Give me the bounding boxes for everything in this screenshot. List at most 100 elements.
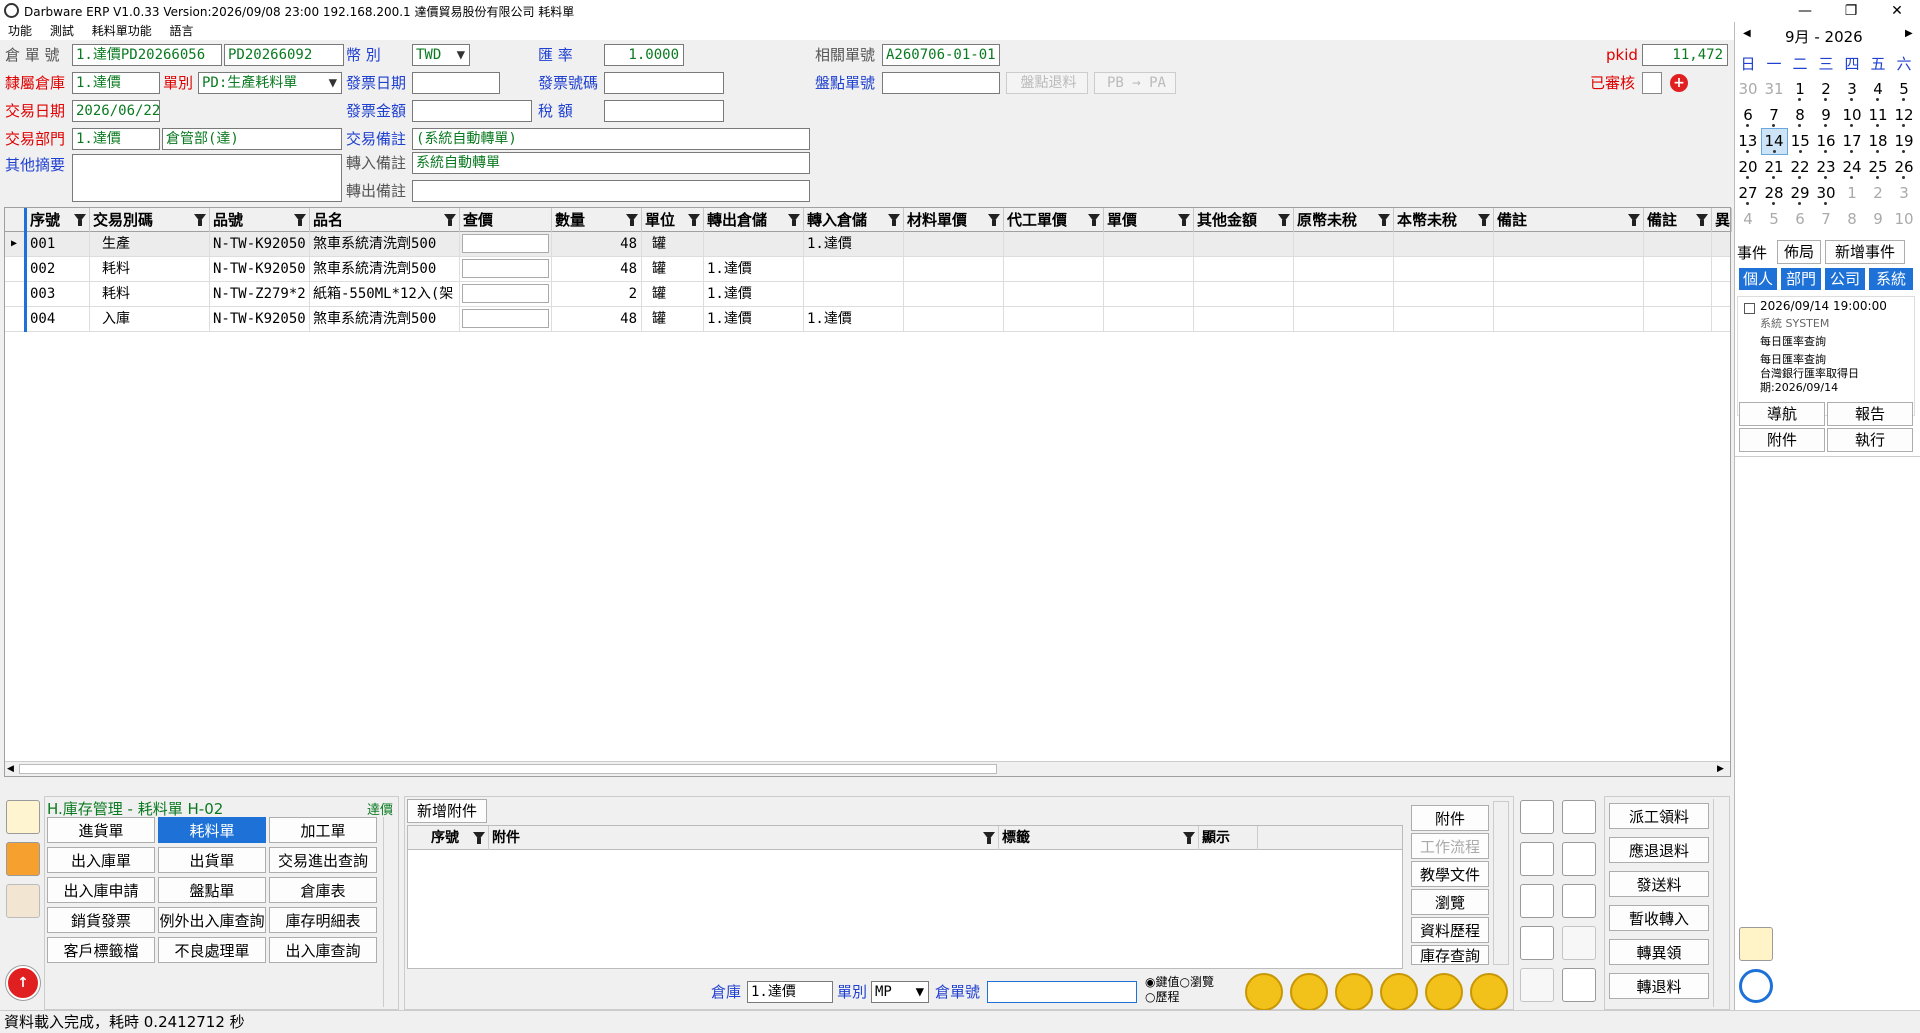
col-note[interactable]: 備註 — [1494, 208, 1644, 232]
attachment-side-scrollbar[interactable] — [1493, 801, 1509, 965]
add-circle-icon[interactable]: + — [1670, 74, 1688, 92]
actions-scrollbar[interactable] — [1713, 799, 1729, 1007]
pen-icon[interactable] — [1520, 968, 1554, 1002]
module-scrollbar[interactable] — [383, 817, 397, 1007]
scroll-thumb[interactable] — [19, 764, 997, 774]
col-diff[interactable]: 異 — [1712, 208, 1732, 232]
return-material-button[interactable]: 應退退料 — [1609, 837, 1709, 863]
note-icon[interactable] — [6, 800, 40, 834]
refresh-icon[interactable] — [1335, 973, 1373, 1011]
currency-select[interactable]: TWD ▼ — [412, 44, 470, 66]
add-document-icon[interactable] — [1520, 800, 1554, 834]
col-price[interactable]: 單價 — [1104, 208, 1194, 232]
invoice-amt-field[interactable] — [412, 100, 532, 122]
prev-month-icon[interactable]: ◀ — [1743, 28, 1751, 39]
radio-browse[interactable]: ○ — [1180, 975, 1190, 989]
minimize-button[interactable]: — — [1782, 0, 1828, 22]
col-in-wh[interactable]: 轉入倉儲 — [804, 208, 904, 232]
h-export-icon[interactable] — [1562, 800, 1596, 834]
dispatch-material-button[interactable]: 派工領料 — [1609, 803, 1709, 829]
report-button[interactable]: 報告 — [1827, 402, 1913, 426]
table-row[interactable]: 004 入庫 N-TW-K92050 煞車系統清洗劑500 48 罐 1.達價 … — [5, 307, 1730, 332]
invoice-no-field[interactable] — [604, 72, 724, 94]
in-out-query-button[interactable]: 出入庫查詢 — [269, 937, 377, 963]
gear-icon[interactable] — [6, 842, 40, 876]
maximize-button[interactable]: ❐ — [1828, 0, 1874, 22]
cell-price-check[interactable] — [460, 232, 552, 257]
approved-checkbox[interactable] — [1642, 72, 1662, 94]
event-tab[interactable]: 事件 — [1737, 242, 1767, 263]
event-attachment-button[interactable]: 附件 — [1739, 428, 1825, 452]
attach-col-file[interactable]: 附件 — [488, 826, 998, 850]
menu-consume-function[interactable]: 耗料單功能 — [92, 22, 152, 40]
process-button[interactable]: 加工單 — [269, 817, 377, 843]
radio-key[interactable]: ◉ — [1145, 975, 1155, 989]
purchase-button[interactable]: 進貨單 — [47, 817, 155, 843]
table-row[interactable]: 003 耗料 N-TW-Z279*2 紙箱-550ML*12入(架 2 罐 1.… — [5, 282, 1730, 307]
stock-no-field[interactable] — [882, 72, 1000, 94]
bottom-type-select[interactable]: MP ▼ — [871, 981, 929, 1003]
col-name[interactable]: 品名 — [310, 208, 460, 232]
col-other-amt[interactable]: 其他金額 — [1194, 208, 1294, 232]
table-row[interactable]: ▶ 001 生產 N-TW-K92050 煞車系統清洗劑500 48 罐 1.達… — [5, 232, 1730, 257]
defect-button[interactable]: 不良處理單 — [158, 937, 266, 963]
send-material-button[interactable]: 發送料 — [1609, 871, 1709, 897]
print-icon[interactable] — [1562, 842, 1596, 876]
stock-detail-button[interactable]: 庫存明細表 — [269, 907, 377, 933]
new-event-button[interactable]: 新增事件 — [1825, 240, 1905, 264]
pb-pa-button[interactable]: PB → PA — [1094, 72, 1176, 94]
col-item[interactable]: 品號 — [210, 208, 310, 232]
next-month-icon[interactable]: ▶ — [1905, 28, 1913, 39]
other-field[interactable] — [72, 154, 342, 202]
col-material-price[interactable]: 材料單價 — [904, 208, 1004, 232]
copy-add-icon[interactable] — [1520, 842, 1554, 876]
folder-icon[interactable] — [6, 884, 40, 918]
bottom-wh-field[interactable]: 1.達價 — [747, 981, 833, 1003]
dept-field[interactable]: 1.達價 — [72, 128, 160, 150]
col-qty[interactable]: 數量 — [552, 208, 642, 232]
bottom-no-field[interactable] — [987, 981, 1137, 1003]
warehouse-no-field[interactable]: 1.達價PD20266056 — [72, 44, 222, 66]
cell-price-check[interactable] — [460, 307, 552, 332]
browse-button[interactable]: 瀏覽 — [1411, 889, 1489, 915]
clock-icon[interactable] — [1739, 969, 1773, 1003]
close-button[interactable]: ✕ — [1874, 0, 1920, 22]
transfer-diff-button[interactable]: 轉異領 — [1609, 939, 1709, 965]
out-note-field[interactable] — [412, 180, 810, 202]
rate-field[interactable]: 1.0000 — [604, 44, 684, 66]
delete-document-icon[interactable] — [1520, 926, 1554, 960]
trade-query-button[interactable]: 交易進出查詢 — [269, 847, 377, 873]
menu-test[interactable]: 測試 — [50, 22, 74, 40]
document-refresh-icon[interactable] — [1562, 968, 1596, 1002]
attachment-grid[interactable]: 序號 附件 標籤 顯示 — [407, 825, 1403, 969]
first-record-icon[interactable] — [1245, 973, 1283, 1011]
in-note-field[interactable]: 系統自動轉單 — [412, 152, 810, 174]
layout-tab[interactable]: 佈局 — [1777, 240, 1821, 264]
up-arrow-icon[interactable]: ↑ — [6, 966, 40, 1000]
stock-query-button[interactable]: 庫存查詢 — [1411, 945, 1489, 965]
customer-label-button[interactable]: 客戶標籤檔 — [47, 937, 155, 963]
workflow-button[interactable]: 工作流程 — [1411, 833, 1489, 859]
attach-col-seq[interactable]: 序號 — [428, 826, 488, 850]
help-icon[interactable] — [1470, 973, 1508, 1011]
col-price-check[interactable]: 查價 — [460, 208, 552, 232]
cell-price-check[interactable] — [460, 282, 552, 307]
tutorial-button[interactable]: 教學文件 — [1411, 861, 1489, 887]
table-row[interactable]: 002 耗料 N-TW-K92050 煞車系統清洗劑500 48 罐 1.達價 — [5, 257, 1730, 282]
shipment-button[interactable]: 出貨單 — [158, 847, 266, 873]
filter-system[interactable]: 系統 — [1869, 268, 1913, 290]
new-attachment-tab[interactable]: 新增附件 — [407, 799, 487, 823]
col-unit[interactable]: 單位 — [642, 208, 704, 232]
last-record-icon[interactable] — [1425, 973, 1463, 1011]
warehouse-table-button[interactable]: 倉庫表 — [269, 877, 377, 903]
exception-query-button[interactable]: 例外出入庫查詢 — [158, 907, 266, 933]
filter-company[interactable]: 公司 — [1825, 268, 1865, 290]
horizontal-scrollbar[interactable]: ◀ ▶ — [5, 761, 1730, 776]
filter-department[interactable]: 部門 — [1781, 268, 1821, 290]
col-out-wh[interactable]: 轉出倉儲 — [704, 208, 804, 232]
radio-history[interactable]: ○ — [1145, 990, 1155, 1004]
event-item[interactable]: 2026/09/14 19:00:00 系統 SYSTEM 每日匯率查詢 每日匯… — [1737, 296, 1915, 416]
consume-button[interactable]: 耗料單 — [158, 817, 266, 843]
event-checkbox[interactable] — [1744, 303, 1755, 314]
tax-field[interactable] — [604, 100, 724, 122]
